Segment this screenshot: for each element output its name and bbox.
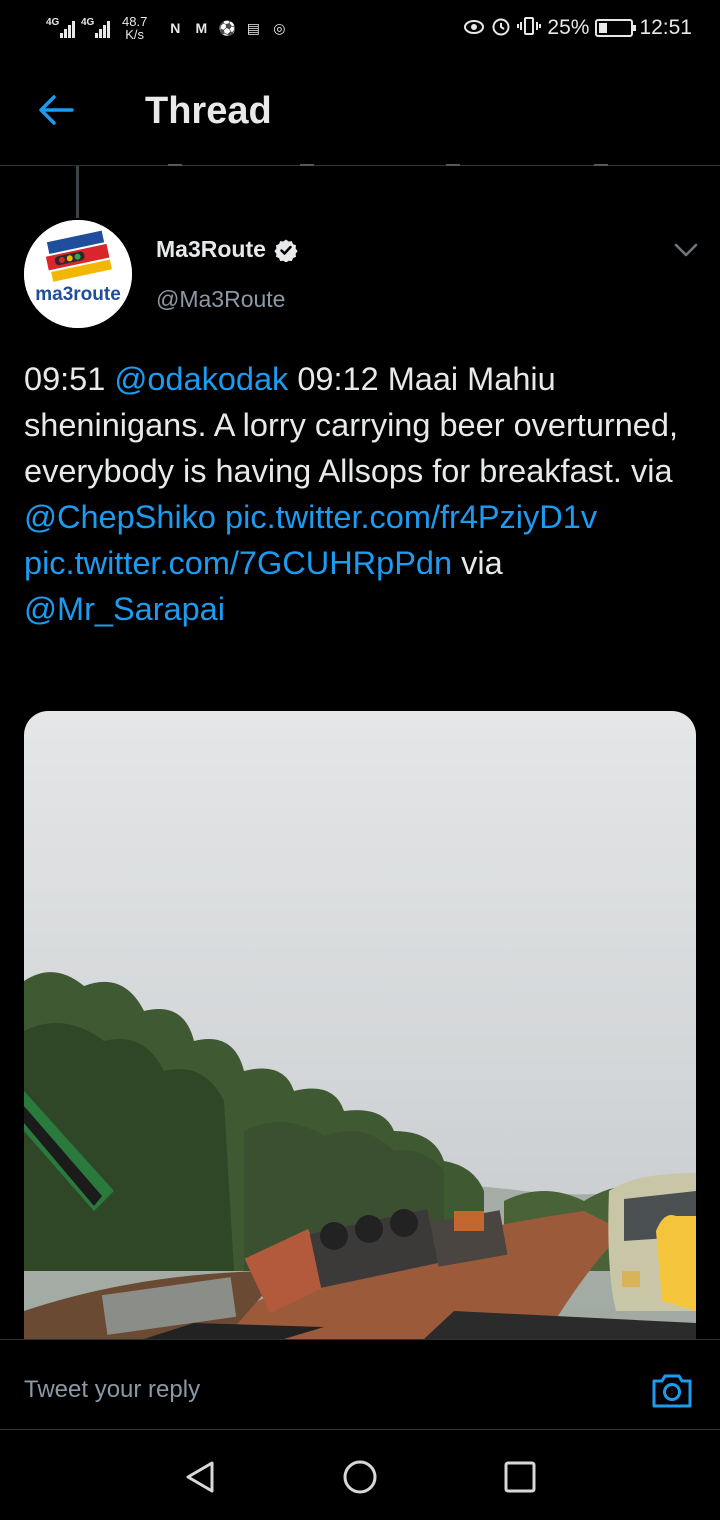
status-left: 4G 4G 48.7 K/s N M ⚽ ▤ ◎	[46, 15, 289, 41]
app-header: Thread	[0, 56, 720, 166]
author-handle[interactable]: @Ma3Route	[156, 286, 285, 313]
tweet-text-segment: 09:51	[24, 361, 115, 397]
pic-link[interactable]: pic.twitter.com/7GCUHRpPdn	[24, 545, 452, 581]
back-button[interactable]	[36, 90, 76, 130]
network-speed-unit: K/s	[125, 27, 145, 42]
mention-link[interactable]: @Mr_Sarapai	[24, 591, 225, 627]
square-recents-icon	[504, 1461, 536, 1493]
notification-icon: N	[170, 20, 181, 36]
tweet-text: 09:51 @odakodak 09:12 Maai Mahiu shenini…	[24, 356, 704, 632]
tweet-photo[interactable]	[24, 711, 696, 1339]
signal-icon: 4G	[81, 17, 110, 38]
battery-icon	[595, 19, 637, 37]
notification-icons: N M ⚽ ▤ ◎	[165, 18, 289, 38]
tweet-text-segment	[216, 499, 225, 535]
camera-button[interactable]	[650, 1370, 694, 1410]
verified-badge-icon	[274, 239, 298, 262]
tweet-text-segment: via	[452, 545, 503, 581]
notification-icon: M	[195, 20, 208, 36]
signal-1-label: 4G	[46, 17, 60, 28]
nav-home-button[interactable]	[342, 1459, 378, 1495]
avatar[interactable]: ma3route	[24, 220, 132, 328]
triangle-back-icon	[186, 1461, 214, 1493]
vibrate-icon	[517, 16, 542, 41]
photo-overturned-lorry	[24, 711, 696, 1339]
network-speed: 48.7 K/s	[122, 15, 147, 41]
author-name-row[interactable]: Ma3Route	[156, 236, 298, 263]
alarm-icon	[491, 16, 511, 41]
signal-2-label: 4G	[81, 17, 95, 28]
nav-back-button[interactable]	[182, 1459, 218, 1495]
status-right: 25% 12:51	[463, 16, 692, 41]
notification-icon: ⚽	[218, 19, 237, 36]
chevron-down-icon	[674, 243, 698, 257]
arrow-left-icon	[39, 95, 74, 125]
signal-icon: 4G	[46, 17, 75, 38]
notification-icon: ◎	[273, 19, 286, 36]
nav-recents-button[interactable]	[502, 1459, 538, 1495]
battery-percent: 25%	[547, 16, 590, 39]
mention-link[interactable]: @ChepShiko	[24, 499, 216, 535]
reply-input[interactable]: Tweet your reply	[24, 1376, 200, 1404]
thread-connector-line	[76, 166, 79, 218]
eye-icon	[463, 17, 485, 40]
previous-tweet-actions	[150, 158, 630, 172]
avatar-logo-text: ma3route	[35, 284, 121, 305]
tweet-menu-button[interactable]	[672, 238, 700, 262]
circle-home-icon	[343, 1460, 377, 1494]
notification-icon: ▤	[246, 19, 260, 36]
status-bar: 4G 4G 48.7 K/s N M ⚽ ▤ ◎ 25% 12:51	[0, 0, 720, 56]
clock: 12:51	[639, 16, 692, 39]
reply-bar: Tweet your reply	[0, 1339, 720, 1430]
pic-link[interactable]: pic.twitter.com/fr4PziyD1v	[225, 499, 597, 535]
camera-icon	[652, 1374, 692, 1408]
page-title: Thread	[145, 90, 272, 132]
author-name[interactable]: Ma3Route	[156, 236, 266, 263]
system-nav-bar	[0, 1431, 720, 1520]
mention-link[interactable]: @odakodak	[114, 361, 288, 397]
ma3route-logo: ma3route	[24, 220, 132, 328]
